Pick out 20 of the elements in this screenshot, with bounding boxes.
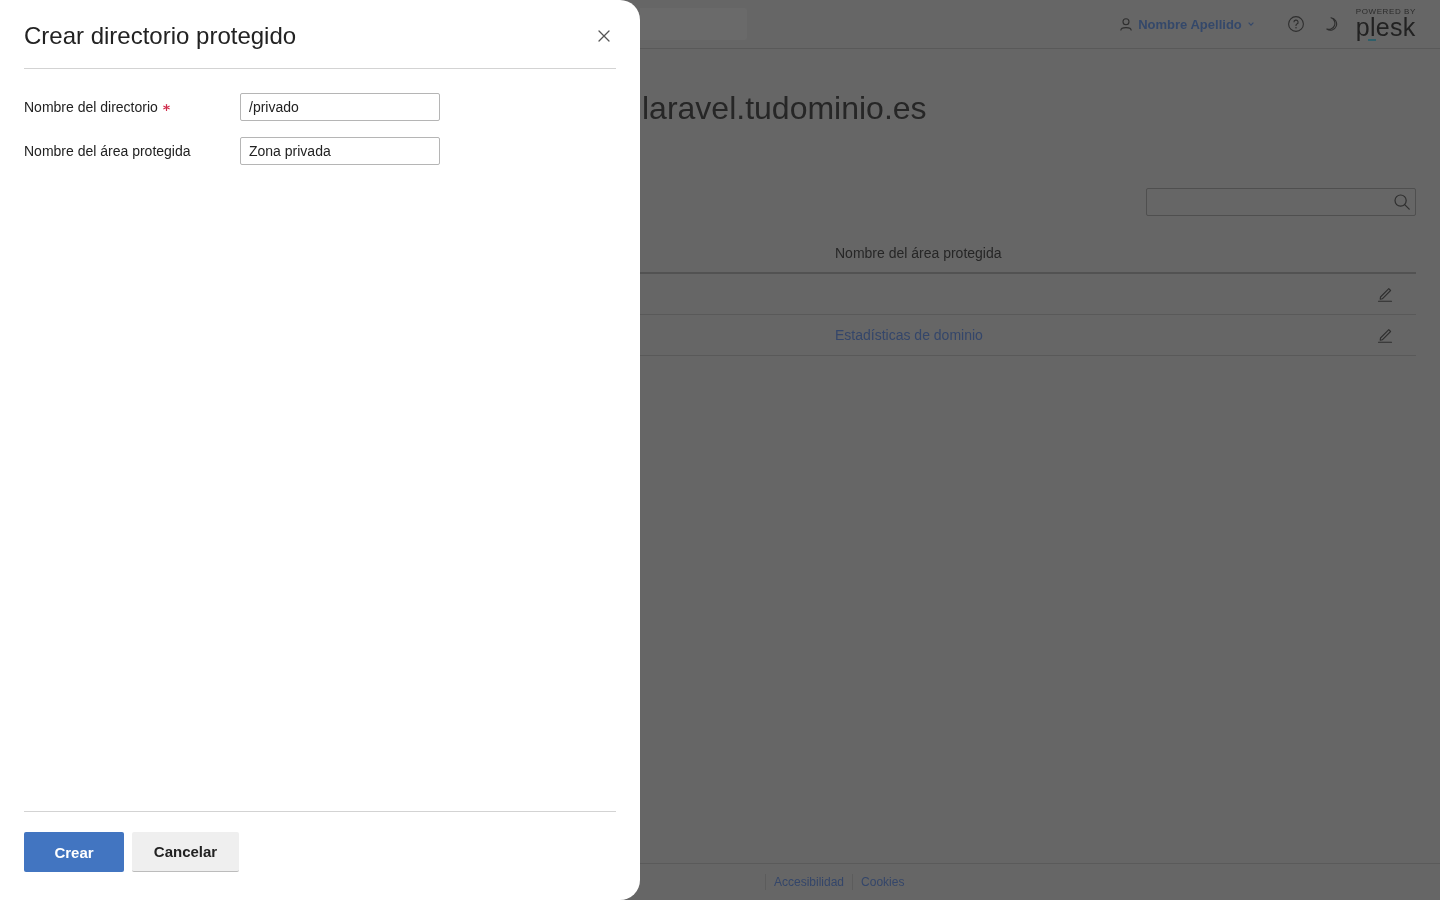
search-field[interactable] [1146,188,1416,216]
create-button[interactable]: Crear [24,832,124,872]
dialog-title: Crear directorio protegido [24,21,297,51]
person-icon [1120,17,1133,31]
field-label: Nombre del directorio [24,98,158,116]
moon-icon[interactable] [1325,17,1338,31]
pencil-icon[interactable] [1377,327,1393,343]
pencil-icon[interactable] [1377,286,1393,302]
logo-accent-icon [1367,39,1376,41]
table-header-cell-text: Nombre del área protegida [835,243,1003,262]
page-title: laravel.tudominio.es [642,89,928,128]
field-label: Nombre del área protegida [24,142,191,160]
caret-icon [1247,22,1254,26]
text-input-field[interactable]: /privado [240,93,440,121]
text-input-field[interactable]: Zona privada [240,137,440,165]
search-icon [1394,194,1410,210]
help-icon[interactable] [1287,16,1304,32]
close-icon [598,30,610,42]
header-search-field[interactable] [640,8,747,40]
cancel-button[interactable]: Cancelar [132,832,239,872]
